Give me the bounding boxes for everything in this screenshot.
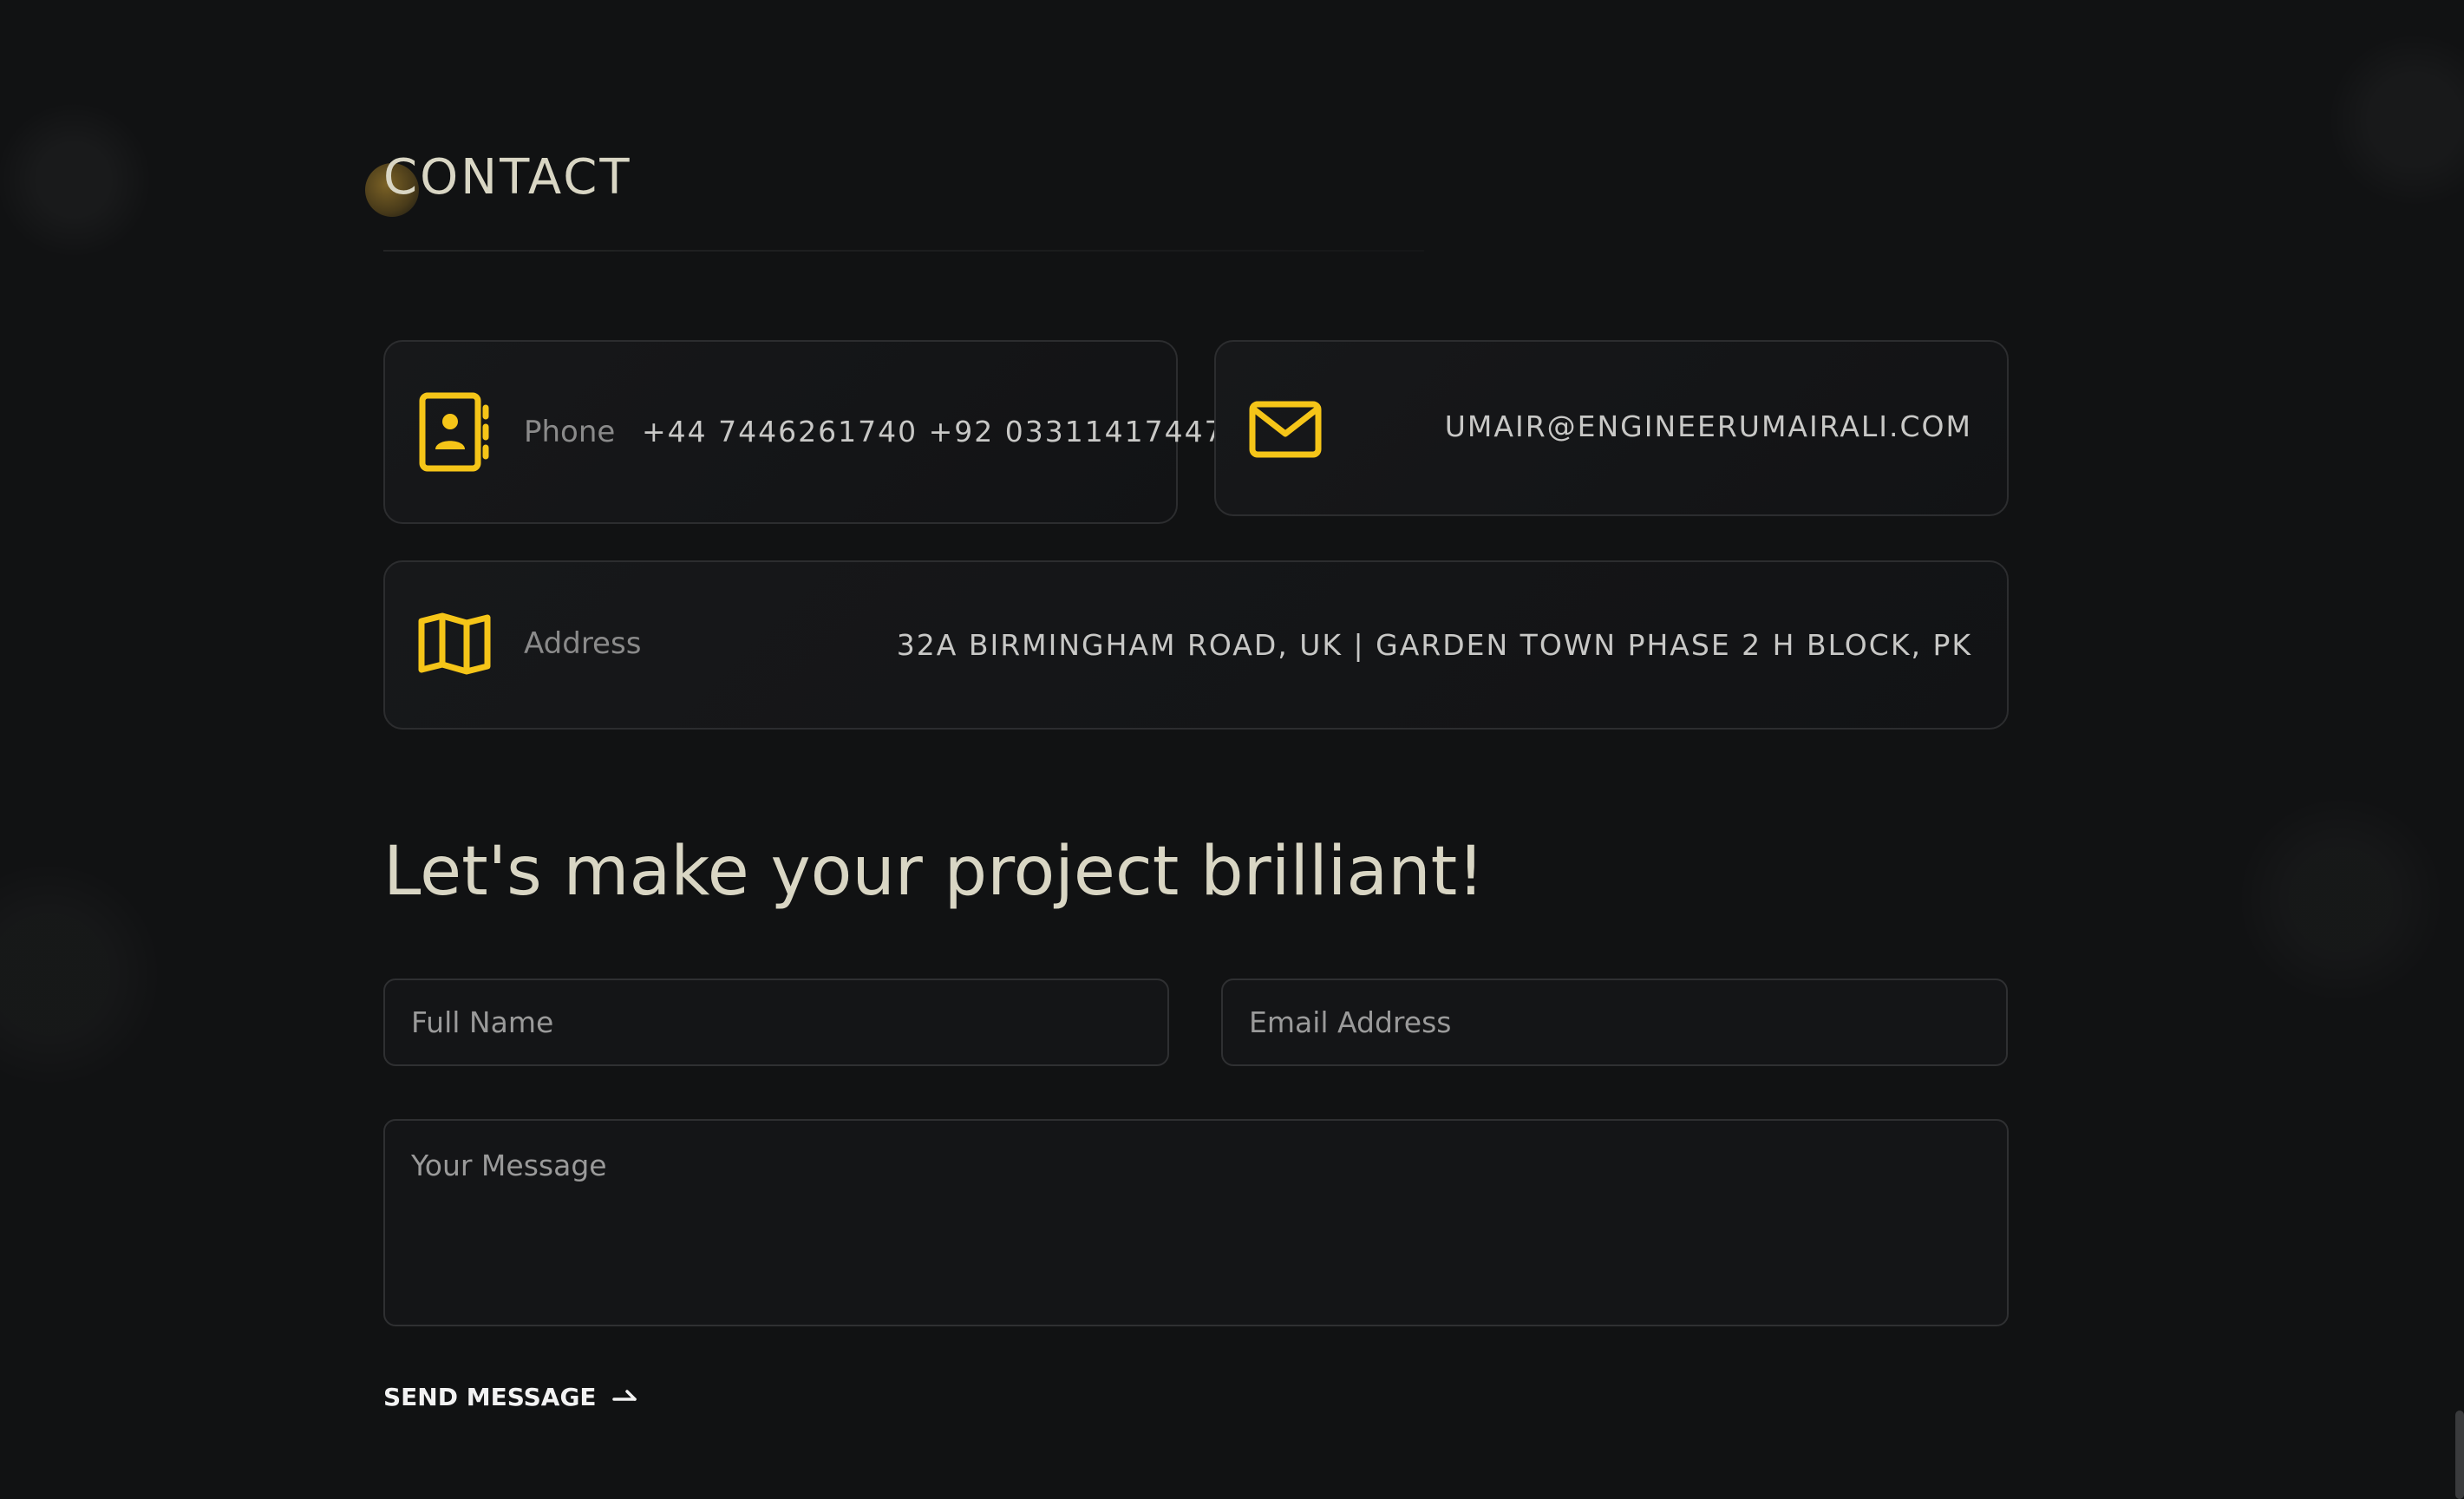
address-card: Address 32A BIRMINGHAM ROAD, UK | GARDEN… — [383, 560, 2009, 730]
phone-value[interactable]: +44 7446261740 +92 03311417447 — [642, 415, 1225, 448]
phone-label: Phone — [524, 415, 616, 449]
section-title: CONTACT — [383, 149, 632, 206]
email-card: UMAIR@ENGINEERUMAIRALI.COM — [1214, 340, 2009, 516]
address-label: Address — [524, 626, 642, 661]
map-icon — [418, 612, 491, 675]
title-divider — [383, 250, 1424, 252]
full-name-input[interactable] — [383, 979, 1169, 1066]
envelope-icon — [1249, 401, 1322, 458]
arrow-right-icon — [611, 1387, 638, 1406]
page-scrollbar[interactable] — [2455, 1411, 2464, 1499]
contact-book-icon — [418, 392, 491, 472]
cta-heading: Let's make your project brilliant! — [383, 833, 1485, 911]
send-message-button[interactable]: SEND MESSAGE — [383, 1379, 638, 1414]
contact-section: CONTACT Phone +44 7446261740 +92 0331141… — [365, 0, 2009, 1499]
send-message-label: SEND MESSAGE — [383, 1382, 597, 1411]
email-value[interactable]: UMAIR@ENGINEERUMAIRALI.COM — [1445, 409, 1972, 443]
email-address-input[interactable] — [1221, 979, 2008, 1066]
message-textarea[interactable] — [383, 1119, 2009, 1326]
phone-card: Phone +44 7446261740 +92 03311417447 — [383, 340, 1223, 524]
address-value: 32A BIRMINGHAM ROAD, UK | GARDEN TOWN PH… — [896, 628, 1972, 662]
